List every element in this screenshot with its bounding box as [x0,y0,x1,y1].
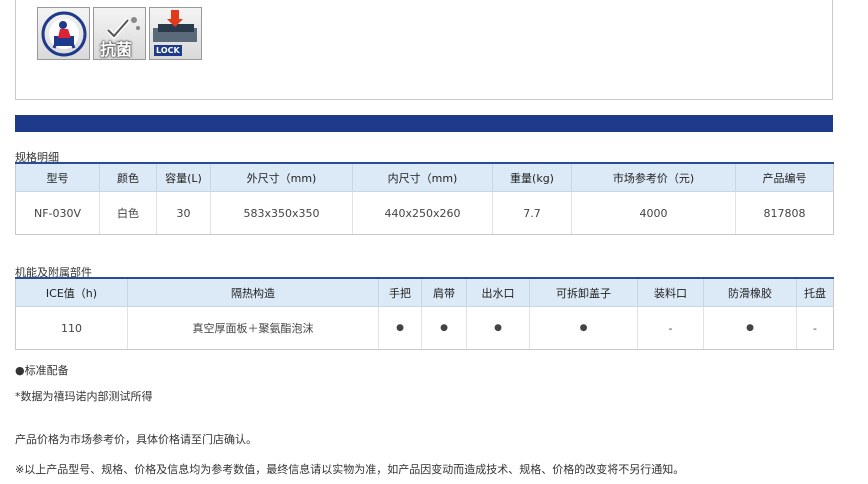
spec-cell-color: 白色 [99,191,157,235]
spec-header-outer-size: 外尺寸（mm) [210,162,353,192]
spec-header-color: 颜色 [99,162,157,192]
features-header-nonslip-rubber: 防滑橡胶 [703,277,797,307]
features-header-tray: 托盘 [796,277,834,307]
features-header-removable-lid: 可拆卸盖子 [529,277,638,307]
spec-header-row: 型号 颜色 容量(L) 外尺寸（mm) 内尺寸（mm) 重量(kg) 市场参考价… [15,162,834,192]
standard-equipment-note: ●标准配备 [15,364,69,377]
spec-cell-inner-size: 440x250x260 [352,191,493,235]
spec-cell-capacity: 30 [156,191,211,235]
features-cell-handle: ● [378,306,422,350]
features-cell-removable-lid: ● [529,306,638,350]
features-cell-ice: 110 [15,306,128,350]
spec-table: 型号 颜色 容量(L) 外尺寸（mm) 内尺寸（mm) 重量(kg) 市场参考价… [15,162,834,235]
features-header-row: ICE值（h) 隔热构造 手把 肩带 出水口 可拆卸盖子 装料口 防滑橡胶 托盘 [15,277,834,307]
features-header-loading-port: 装料口 [637,277,704,307]
heavy-duty-badge-icon [37,7,90,60]
spec-header-inner-size: 内尺寸（mm) [352,162,493,192]
features-cell-loading-port: - [637,306,704,350]
antibacterial-badge-icon: 抗菌 [93,7,146,60]
data-source-note: *数据为禧玛诺内部测试所得 [15,390,153,403]
spec-header-price: 市场参考价（元) [571,162,736,192]
features-header-ice: ICE值（h) [15,277,128,307]
features-cell-insulation: 真空厚面板＋聚氨酯泡沫 [127,306,379,350]
lock-label: LOCK [154,45,182,56]
disclaimer-note: ※以上产品型号、规格、价格及信息均为参考数值，最终信息请以实物为准，如产品因变动… [15,463,685,476]
table-row: 110 真空厚面板＋聚氨酯泡沫 ● ● ● ● - ● - [15,306,834,350]
features-header-insulation: 隔热构造 [127,277,379,307]
table-row: NF-030V 白色 30 583x350x350 440x250x260 7.… [15,191,834,235]
features-cell-drain: ● [466,306,530,350]
spec-cell-product-code: 817808 [735,191,834,235]
lock-badge-icon: LOCK [149,7,202,60]
features-header-handle: 手把 [378,277,422,307]
price-note: 产品价格为市场参考价，具体价格请至门店确认。 [15,433,257,446]
feature-icons: 抗菌 LOCK [37,7,202,60]
antibacterial-label: 抗菌 [100,40,133,59]
spec-header-weight: 重量(kg) [492,162,572,192]
spec-cell-outer-size: 583x350x350 [210,191,353,235]
spec-cell-weight: 7.7 [492,191,572,235]
spec-cell-price: 4000 [571,191,736,235]
features-cell-tray: - [796,306,834,350]
features-header-strap: 肩带 [421,277,467,307]
spec-header-model: 型号 [15,162,100,192]
spec-header-capacity: 容量(L) [156,162,211,192]
features-cell-nonslip-rubber: ● [703,306,797,350]
spec-cell-model: NF-030V [15,191,100,235]
section-divider-band [15,115,833,132]
features-table: ICE值（h) 隔热构造 手把 肩带 出水口 可拆卸盖子 装料口 防滑橡胶 托盘… [15,277,834,350]
spec-header-product-code: 产品编号 [735,162,834,192]
features-header-drain: 出水口 [466,277,530,307]
features-cell-strap: ● [421,306,467,350]
